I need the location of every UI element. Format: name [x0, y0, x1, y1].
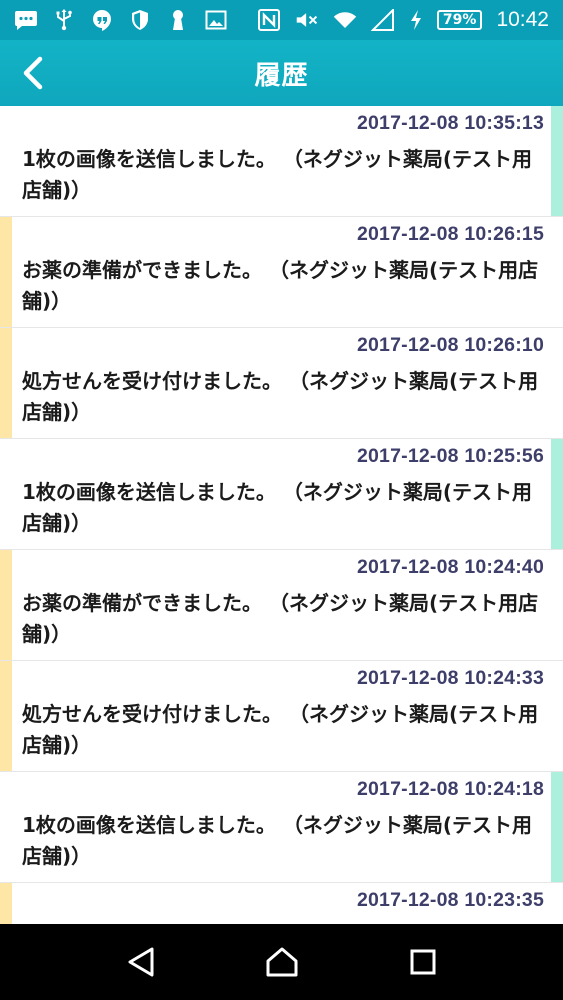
history-item[interactable]: 2017-12-08 10:26:15 お薬の準備ができました。 （ネグジット薬局…: [0, 217, 563, 328]
message-icon: [14, 8, 38, 32]
history-message: お薬の準備ができました。 （ネグジット薬局(テスト用店舗)）: [22, 258, 539, 313]
page-title: 履歴: [254, 60, 309, 91]
chevron-left-icon: [23, 56, 43, 90]
history-message: 1枚の画像を送信しました。 （ネグジット薬局(テスト用店舗)）: [22, 480, 533, 535]
received-indicator: [0, 328, 12, 438]
history-item[interactable]: 2017-12-08 10:24:40 お薬の準備ができました。 （ネグジット薬局…: [0, 550, 563, 661]
navigation-bar: [0, 924, 563, 1000]
wifi-icon: [333, 8, 357, 32]
keyhole-icon: [166, 8, 190, 32]
history-message: 処方せんを受け付けました。 （ネグジット薬局(テスト用店舗)）: [22, 702, 539, 757]
history-message: 処方せんを受け付けました。 （ネグジット薬局(テスト用店舗)）: [22, 369, 539, 424]
history-timestamp: 2017-12-08 10:23:35: [356, 889, 544, 911]
app-bar: 履歴: [0, 40, 563, 106]
history-item[interactable]: 2017-12-08 10:24:18 1枚の画像を送信しました。 （ネグジット薬…: [0, 772, 563, 883]
image-icon: [204, 8, 228, 32]
recents-icon: [410, 949, 435, 975]
usb-icon: [52, 8, 76, 32]
history-message: お薬の準備ができました。 （ネグジット薬局(テスト用店舗)）: [22, 591, 539, 646]
shield-icon: [128, 8, 152, 32]
history-timestamp: 2017-12-08 10:24:40: [356, 556, 544, 578]
mute-icon: [295, 8, 319, 32]
history-item[interactable]: 2017-12-08 10:24:33 処方せんを受け付けました。 （ネグジット薬…: [0, 661, 563, 772]
sent-indicator: [551, 772, 563, 882]
back-button[interactable]: [8, 48, 58, 98]
nfc-icon: [257, 8, 281, 32]
sent-indicator: [551, 106, 563, 216]
history-list[interactable]: 2017-12-08 10:35:13 1枚の画像を送信しました。 （ネグジット薬…: [0, 106, 563, 924]
received-indicator: [0, 550, 12, 660]
history-timestamp: 2017-12-08 10:35:13: [356, 112, 544, 134]
history-message: 1枚の画像を送信しました。 （ネグジット薬局(テスト用店舗)）: [22, 813, 533, 868]
history-timestamp: 2017-12-08 10:26:10: [356, 334, 544, 356]
signal-icon: [370, 8, 395, 32]
hangouts-icon: [90, 8, 114, 32]
history-item[interactable]: 2017-12-08 10:25:56 1枚の画像を送信しました。 （ネグジット薬…: [0, 439, 563, 550]
history-item[interactable]: 2017-12-08 10:23:35お薬の準備ができました。 （ネグジット薬局…: [0, 883, 563, 924]
status-system: 79% 10:42: [257, 8, 549, 32]
history-item[interactable]: 2017-12-08 10:26:10 処方せんを受け付けました。 （ネグジット薬…: [0, 328, 563, 439]
history-message: 1枚の画像を送信しました。 （ネグジット薬局(テスト用店舗)）: [22, 147, 533, 202]
status-bar: 79% 10:42: [0, 0, 563, 40]
nav-back-button[interactable]: [111, 932, 171, 992]
history-timestamp: 2017-12-08 10:26:15: [356, 223, 544, 245]
received-indicator: [0, 661, 12, 771]
history-timestamp: 2017-12-08 10:24:33: [356, 667, 544, 689]
nav-home-button[interactable]: [252, 932, 312, 992]
history-timestamp: 2017-12-08 10:24:18: [356, 778, 544, 800]
history-timestamp: 2017-12-08 10:25:56: [356, 445, 544, 467]
home-icon: [266, 947, 297, 977]
history-item[interactable]: 2017-12-08 10:35:13 1枚の画像を送信しました。 （ネグジット薬…: [0, 106, 563, 217]
battery-level: 79%: [436, 10, 483, 30]
back-triangle-icon: [128, 947, 153, 977]
received-indicator: [0, 883, 12, 924]
status-notifications: [14, 8, 228, 32]
nav-recents-button[interactable]: [393, 932, 453, 992]
clock: 10:42: [496, 8, 549, 31]
charging-icon: [409, 8, 423, 32]
sent-indicator: [551, 439, 563, 549]
received-indicator: [0, 217, 12, 327]
